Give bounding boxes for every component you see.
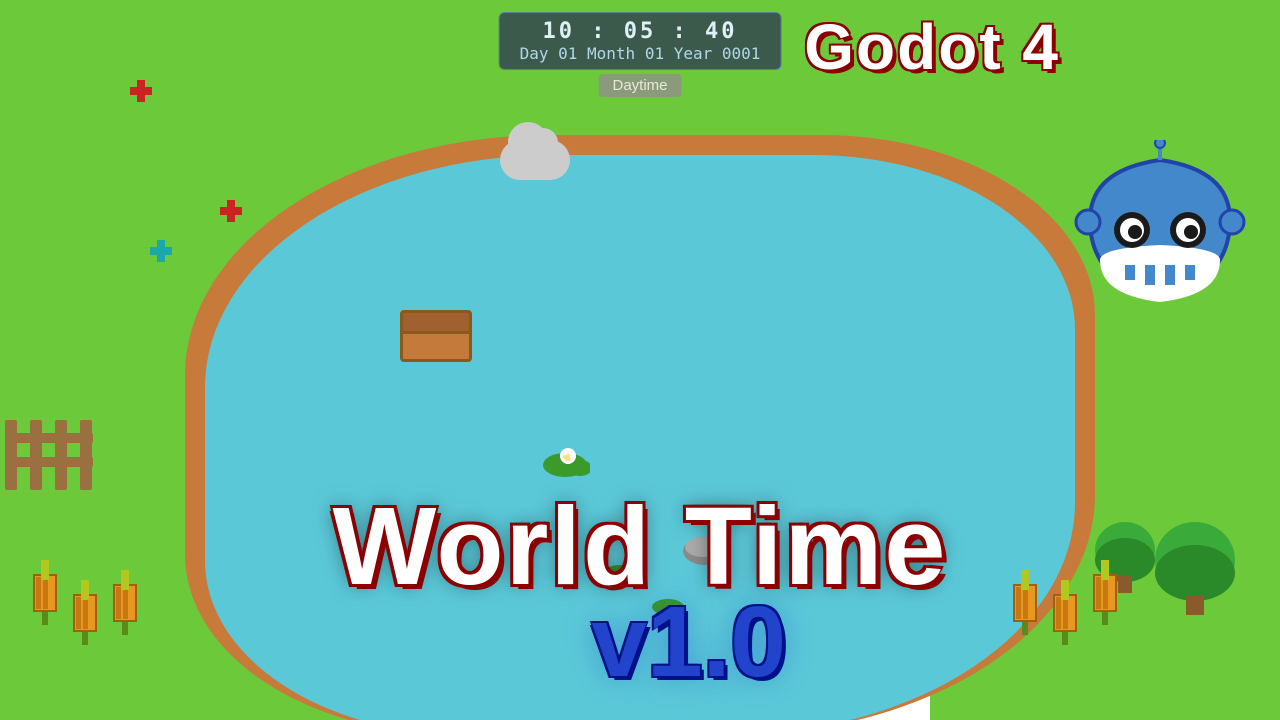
lily-pad — [540, 430, 590, 485]
time-text: 10 : 05 : 40 — [520, 19, 761, 44]
version-label: v1.0 — [591, 585, 786, 700]
fence — [0, 415, 120, 500]
corn-left-3 — [110, 565, 140, 650]
corn-left-1 — [30, 555, 60, 640]
teal-cross-1 — [150, 240, 172, 262]
red-cross-2 — [220, 200, 242, 222]
chest — [400, 310, 472, 362]
game-canvas: 10 : 05 : 40 Day 01 Month 01 Year 0001 D… — [0, 0, 1280, 720]
daytime-badge: Daytime — [598, 74, 681, 97]
cloud — [500, 140, 570, 180]
tree-right-1 — [1150, 515, 1240, 620]
date-text: Day 01 Month 01 Year 0001 — [520, 44, 761, 63]
cloud-body — [500, 140, 570, 180]
godot-logo — [1070, 140, 1250, 320]
corn-right-2 — [1050, 575, 1080, 660]
godot-title: Godot 4 — [804, 10, 1060, 84]
corn-right-3 — [1010, 565, 1040, 650]
time-box: 10 : 05 : 40 Day 01 Month 01 Year 0001 — [499, 12, 782, 70]
corn-right-1 — [1090, 555, 1120, 640]
red-cross-1 — [130, 80, 152, 102]
hud-time-display: 10 : 05 : 40 Day 01 Month 01 Year 0001 D… — [499, 12, 782, 97]
corn-left-2 — [70, 575, 100, 660]
